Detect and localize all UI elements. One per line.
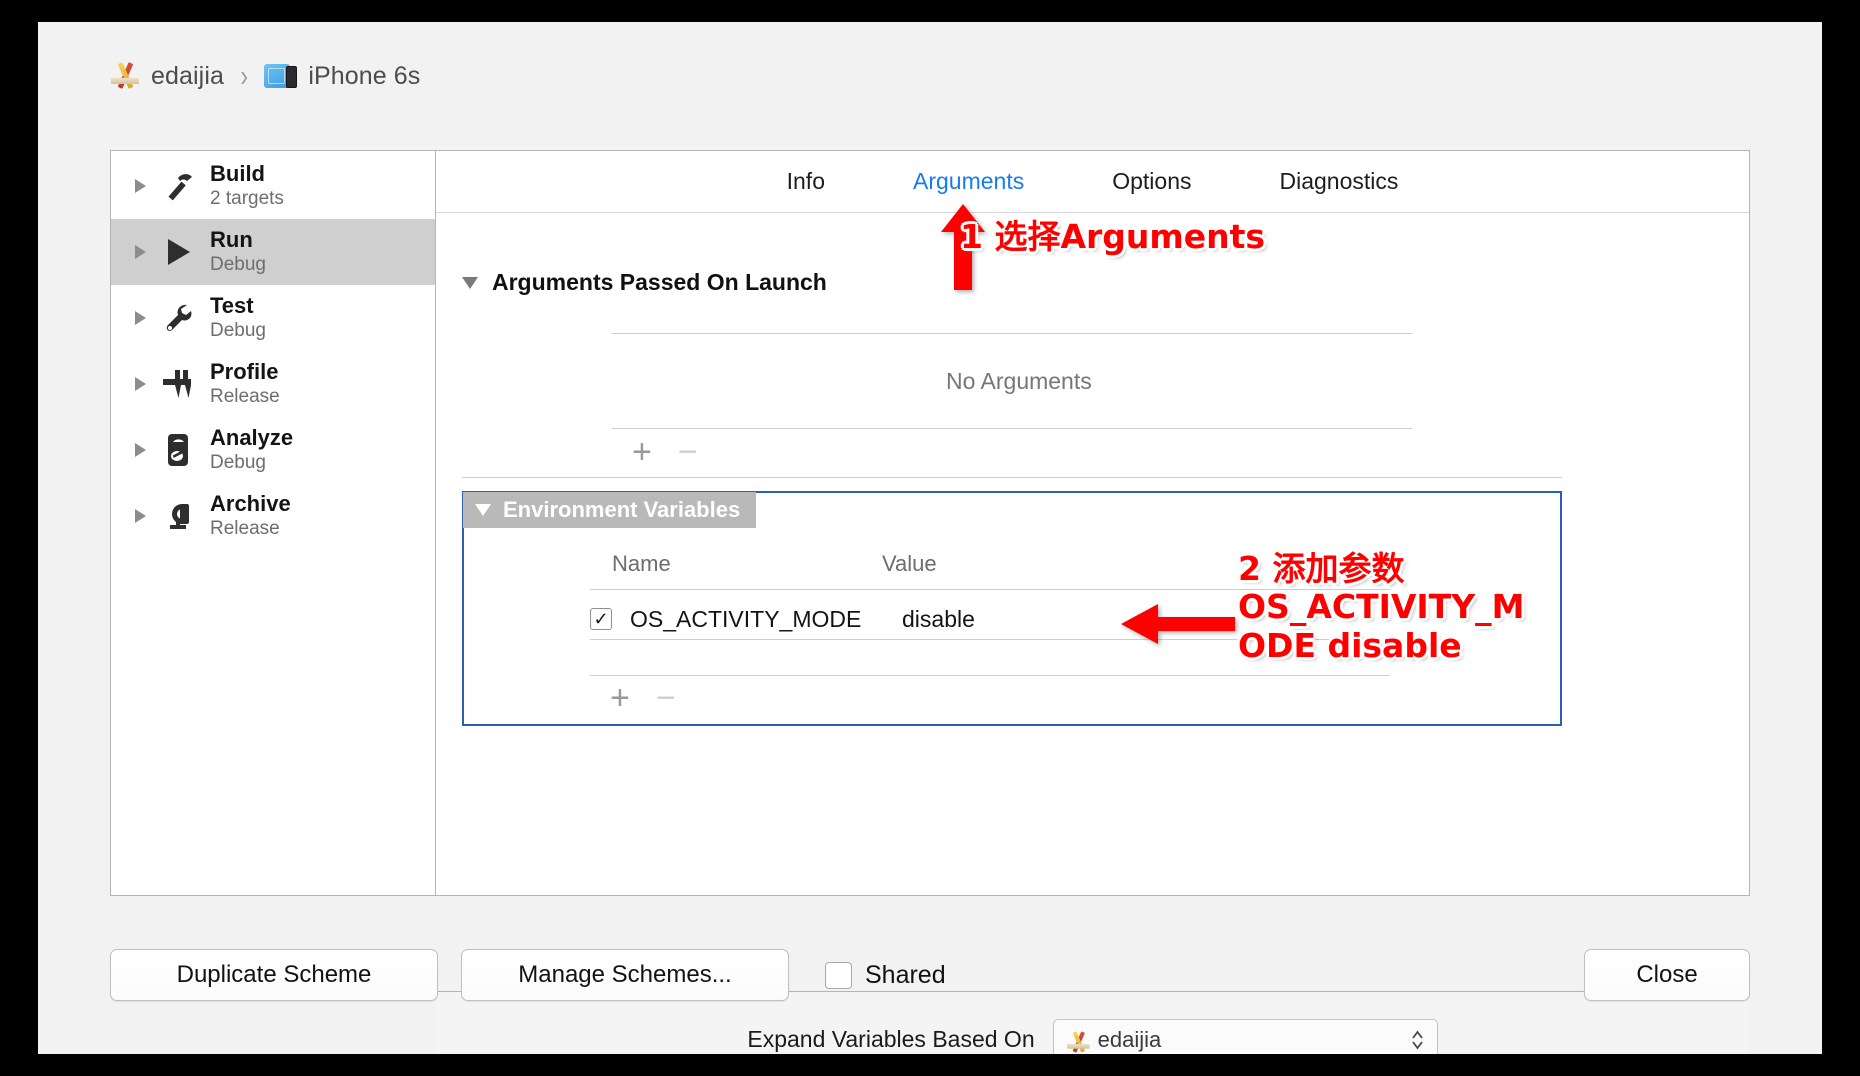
- sidebar-item-test[interactable]: Test Debug: [111, 285, 435, 351]
- sidebar-item-title: Analyze: [210, 425, 294, 451]
- hammer-icon: [160, 167, 196, 205]
- annotation-2: 2 添加参数 OS_ACTIVITY_M ODE disable: [1238, 549, 1525, 665]
- chevron-down-icon[interactable]: [462, 276, 478, 289]
- arguments-table-top-rule: [612, 333, 1412, 334]
- breadcrumb: edaijia › iPhone 6s: [38, 22, 1822, 130]
- remove-argument-button[interactable]: −: [678, 435, 698, 469]
- tab-arguments[interactable]: Arguments: [869, 168, 1068, 195]
- annotation-2-line-1: 2 添加参数: [1238, 549, 1405, 588]
- scheme-content: Info Arguments Options Diagnostics Argum…: [436, 151, 1749, 1054]
- column-header-name: Name: [612, 551, 671, 576]
- disclosure-triangle-icon[interactable]: [135, 377, 146, 391]
- add-environment-variable-button[interactable]: +: [610, 681, 630, 715]
- disclosure-triangle-icon[interactable]: [135, 245, 146, 259]
- breadcrumb-project-label: edaijia: [151, 61, 224, 90]
- ios-device-icon: [264, 63, 298, 89]
- annotation-2-line-2: OS_ACTIVITY_M: [1238, 587, 1525, 627]
- shared-checkbox-group[interactable]: Shared: [825, 961, 946, 990]
- breadcrumb-separator-icon: ›: [240, 58, 248, 93]
- breadcrumb-project[interactable]: edaijia: [110, 61, 224, 91]
- tab-diagnostics[interactable]: Diagnostics: [1235, 168, 1442, 195]
- annotation-arrow-left-icon: [1121, 604, 1235, 644]
- disclosure-triangle-icon[interactable]: [135, 443, 146, 457]
- close-button[interactable]: Close: [1584, 949, 1750, 1001]
- scheme-panel: Build 2 targets Run Debug Test Debug Pro…: [110, 150, 1750, 1054]
- sidebar-item-analyze[interactable]: Analyze Debug: [111, 417, 435, 483]
- sidebar-item-profile[interactable]: Profile Release: [111, 351, 435, 417]
- env-table-rule-bottom: [590, 675, 1390, 676]
- section-divider-rule: [462, 477, 1562, 478]
- annotation-2-line-3: ODE disable: [1238, 625, 1462, 665]
- scheme-editor-window: edaijia › iPhone 6s Build 2 targets Run …: [38, 22, 1822, 1054]
- environment-section-title: Environment Variables: [503, 497, 741, 522]
- disclosure-triangle-icon[interactable]: [135, 509, 146, 523]
- sidebar-item-title: Profile: [210, 359, 279, 385]
- wrench-icon: [160, 299, 196, 337]
- arguments-table-bottom-rule: [612, 428, 1412, 429]
- arguments-pane: Arguments Passed On Launch No Arguments …: [436, 213, 1749, 1054]
- xcode-app-icon: [110, 61, 140, 91]
- tab-options[interactable]: Options: [1068, 168, 1235, 195]
- sidebar-item-subtitle: Debug: [210, 451, 266, 473]
- add-argument-button[interactable]: +: [632, 435, 652, 469]
- tab-info[interactable]: Info: [743, 168, 869, 195]
- environment-add-remove-controls: + −: [610, 681, 676, 715]
- no-arguments-placeholder: No Arguments: [946, 368, 1092, 394]
- duplicate-scheme-button[interactable]: Duplicate Scheme: [110, 949, 438, 1001]
- caliper-icon: [160, 365, 196, 403]
- stethoscope-icon: [160, 431, 196, 469]
- env-row-name[interactable]: OS_ACTIVITY_MODE: [630, 606, 880, 633]
- arguments-add-remove-controls: + −: [632, 435, 698, 469]
- sidebar-item-title: Build: [210, 161, 265, 187]
- sidebar-item-subtitle: 2 targets: [210, 187, 284, 209]
- sidebar-item-subtitle: Release: [210, 517, 280, 539]
- sidebar-item-title: Test: [210, 293, 254, 319]
- play-icon: [160, 233, 196, 271]
- sidebar-item-build[interactable]: Build 2 targets: [111, 153, 435, 219]
- sidebar-item-run[interactable]: Run Debug: [111, 219, 435, 285]
- scheme-action-sidebar: Build 2 targets Run Debug Test Debug Pro…: [111, 151, 436, 895]
- env-row-value[interactable]: disable: [902, 606, 975, 633]
- sidebar-item-subtitle: Debug: [210, 253, 266, 275]
- shared-label: Shared: [865, 960, 946, 989]
- chevron-down-icon[interactable]: [475, 504, 491, 516]
- column-header-value: Value: [882, 551, 937, 576]
- remove-environment-variable-button[interactable]: −: [656, 681, 676, 715]
- sidebar-item-title: Run: [210, 227, 253, 253]
- arguments-section-header[interactable]: Arguments Passed On Launch: [462, 269, 827, 296]
- arguments-section-title: Arguments Passed On Launch: [492, 269, 827, 295]
- sidebar-item-subtitle: Debug: [210, 319, 266, 341]
- shared-checkbox[interactable]: [825, 961, 852, 989]
- sidebar-item-archive[interactable]: Archive Release: [111, 483, 435, 549]
- breadcrumb-destination[interactable]: iPhone 6s: [264, 62, 420, 91]
- sidebar-item-subtitle: Release: [210, 385, 280, 407]
- disclosure-triangle-icon[interactable]: [135, 311, 146, 325]
- manage-schemes-button[interactable]: Manage Schemes...: [461, 949, 789, 1001]
- sidebar-item-title: Archive: [210, 491, 291, 517]
- breadcrumb-destination-label: iPhone 6s: [308, 61, 421, 90]
- tab-bar: Info Arguments Options Diagnostics: [436, 151, 1749, 213]
- annotation-1: 1 选择Arguments: [960, 217, 1266, 256]
- env-row-checkbox[interactable]: ✓: [590, 608, 612, 630]
- environment-section-header[interactable]: Environment Variables: [463, 492, 757, 528]
- annotation-1-line-1: 1 选择Arguments: [960, 217, 1266, 256]
- dialog-bottom-bar: Duplicate Scheme Manage Schemes... Share…: [38, 896, 1822, 1054]
- archive-icon: [160, 497, 196, 535]
- table-row[interactable]: ✓ OS_ACTIVITY_MODE disable: [590, 599, 975, 639]
- disclosure-triangle-icon[interactable]: [135, 179, 146, 193]
